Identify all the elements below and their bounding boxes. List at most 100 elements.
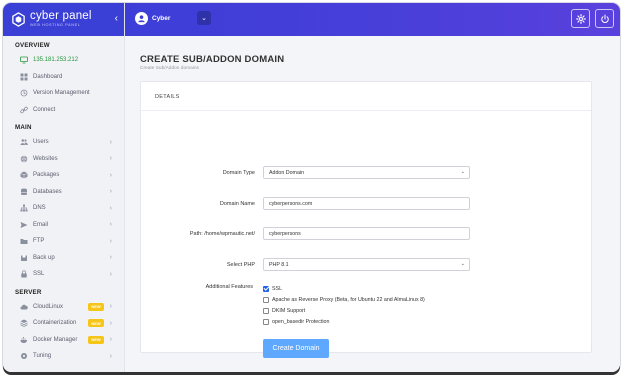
ssl-label: SSL <box>272 285 283 292</box>
php-select[interactable]: PHP 8.1 ⌄ <box>263 258 470 271</box>
sidebar-item-containerization[interactable]: Containerization NEW › <box>3 315 124 332</box>
docker-icon <box>19 335 28 344</box>
chevron-right-icon: › <box>109 352 112 360</box>
sidebar-item-label: Connect <box>33 106 56 113</box>
sidebar-item-databases[interactable]: Databases › <box>3 184 124 201</box>
sidebar: cyber panel WEB HOSTING PANEL ‹ OVERVIEW… <box>3 3 125 372</box>
sidebar-item-back-up[interactable]: Back up › <box>3 250 124 267</box>
sidebar-item-dashboard[interactable]: Dashboard <box>3 69 124 86</box>
page-subtitle: Create Sub/Addon domains <box>140 66 199 71</box>
domain-name-input[interactable]: cyberpersons.com <box>263 197 470 210</box>
dkim-label: DKIM Support <box>272 307 306 314</box>
cloud-icon <box>19 302 28 311</box>
topbar: Cyber ⌄ <box>125 3 620 36</box>
chevron-right-icon: › <box>109 336 112 344</box>
open-basedir-checkbox[interactable] <box>263 318 269 325</box>
new-badge: NEW <box>88 335 104 344</box>
domain-name-row: Domain Name cyberpersons.com <box>141 197 593 211</box>
brand-tagline: WEB HOSTING PANEL <box>30 22 81 27</box>
package-icon <box>19 171 28 180</box>
domain-type-select[interactable]: Addon Domain ⌄ <box>263 166 470 179</box>
ssl-option[interactable]: SSL <box>263 284 282 293</box>
chevron-down-icon[interactable]: ⌄ <box>197 11 211 25</box>
main-content: CREATE SUB/ADDON DOMAIN Create Sub/Addon… <box>125 36 620 372</box>
sidebar-item-docker-manager[interactable]: Docker Manager NEW › <box>3 332 124 349</box>
sidebar-item-label: Websites <box>33 155 58 162</box>
globe-icon <box>19 154 28 163</box>
user-icon <box>138 15 145 23</box>
brand-name: cyber panel <box>30 10 92 23</box>
sidebar-item-label: Email <box>33 221 49 228</box>
sidebar-item-label: 135.181.253.212 <box>33 57 79 64</box>
domain-type-label: Domain Type <box>222 170 255 176</box>
chevron-right-icon: › <box>109 237 112 245</box>
reverse-proxy-checkbox[interactable] <box>263 296 269 303</box>
reverse-proxy-label: Apache as Reverse Proxy (Beta, for Ubunt… <box>272 296 425 303</box>
sidebar-item-label: Back up <box>33 254 55 261</box>
path-row: Path: /home/wpmautic.net/ cyberpersons <box>141 227 593 241</box>
sidebar-item-label: Packages <box>33 172 60 179</box>
settings-button[interactable] <box>571 9 590 28</box>
user-avatar[interactable] <box>135 12 148 25</box>
ssl-checkbox[interactable] <box>263 285 269 292</box>
open-basedir-option[interactable]: open_basedir Protection <box>263 317 329 326</box>
sidebar-item-websites[interactable]: Websites › <box>3 151 124 168</box>
domain-name-value: cyberpersons.com <box>269 201 313 207</box>
brand-header: cyber panel WEB HOSTING PANEL ‹ <box>3 3 124 36</box>
chevron-down-icon: ⌄ <box>460 169 465 175</box>
sidebar-item-version-management[interactable]: Version Management <box>3 85 124 102</box>
sidebar-item-label: Dashboard <box>33 73 63 80</box>
container-icon <box>19 319 28 328</box>
php-label: Select PHP <box>226 262 255 268</box>
sidebar-item-dns[interactable]: DNS › <box>3 200 124 217</box>
cyberpanel-logo-icon <box>12 12 25 27</box>
new-badge: NEW <box>88 319 104 328</box>
chevron-right-icon: › <box>109 188 112 196</box>
sidebar-item-label: Version Management <box>33 90 90 97</box>
chevron-right-icon: › <box>109 221 112 229</box>
link-icon <box>19 105 28 114</box>
lock-icon <box>19 270 28 279</box>
dkim-option[interactable]: DKIM Support <box>263 306 305 315</box>
chevron-right-icon: › <box>109 254 112 262</box>
card-title: DETAILS <box>141 82 591 111</box>
sidebar-nav: OVERVIEW 135.181.253.212 Dashboard Version … <box>3 36 124 365</box>
ftp-icon <box>19 237 28 246</box>
dashboard-icon <box>19 72 28 81</box>
page-title: CREATE SUB/ADDON DOMAIN <box>140 54 285 65</box>
sidebar-item-users[interactable]: Users › <box>3 134 124 151</box>
sidebar-item-tuning[interactable]: Tuning › <box>3 348 124 365</box>
sidebar-item-label: CloudLinux <box>33 303 64 310</box>
chevron-right-icon: › <box>109 270 112 278</box>
sidebar-item-label: Databases <box>33 188 62 195</box>
version-icon <box>19 89 28 98</box>
chevron-left-icon[interactable]: ‹ <box>115 13 118 24</box>
monitor-icon <box>19 56 28 65</box>
path-value: cyberpersons <box>269 231 301 237</box>
user-name[interactable]: Cyber <box>152 15 170 22</box>
sidebar-item-label: SSL <box>33 271 45 278</box>
reverse-proxy-option[interactable]: Apache as Reverse Proxy (Beta, for Ubunt… <box>263 295 425 304</box>
sidebar-item-email[interactable]: Email › <box>3 217 124 234</box>
sidebar-item-connect[interactable]: Connect <box>3 102 124 119</box>
logout-button[interactable] <box>595 9 614 28</box>
chevron-right-icon: › <box>109 303 112 311</box>
sidebar-item-packages[interactable]: Packages › <box>3 167 124 184</box>
sidebar-item-ftp[interactable]: FTP › <box>3 233 124 250</box>
chevron-down-icon: ⌄ <box>460 261 465 267</box>
open-basedir-label: open_basedir Protection <box>272 318 330 325</box>
nav-section-title: MAIN <box>15 124 32 131</box>
sidebar-item-server-ip[interactable]: 135.181.253.212 <box>3 52 124 69</box>
sidebar-item-cloudlinux[interactable]: CloudLinux NEW › <box>3 299 124 316</box>
create-domain-button[interactable]: Create Domain <box>263 339 329 358</box>
php-value: PHP 8.1 <box>269 262 289 268</box>
gear-icon <box>575 13 586 24</box>
sidebar-item-ssl[interactable]: SSL › <box>3 266 124 283</box>
dkim-checkbox[interactable] <box>263 307 269 314</box>
sidebar-item-label: FTP <box>33 238 45 245</box>
users-icon <box>19 138 28 147</box>
domain-type-value: Addon Domain <box>269 170 305 176</box>
path-input[interactable]: cyberpersons <box>263 227 470 240</box>
database-icon <box>19 187 28 196</box>
power-icon <box>600 14 609 23</box>
